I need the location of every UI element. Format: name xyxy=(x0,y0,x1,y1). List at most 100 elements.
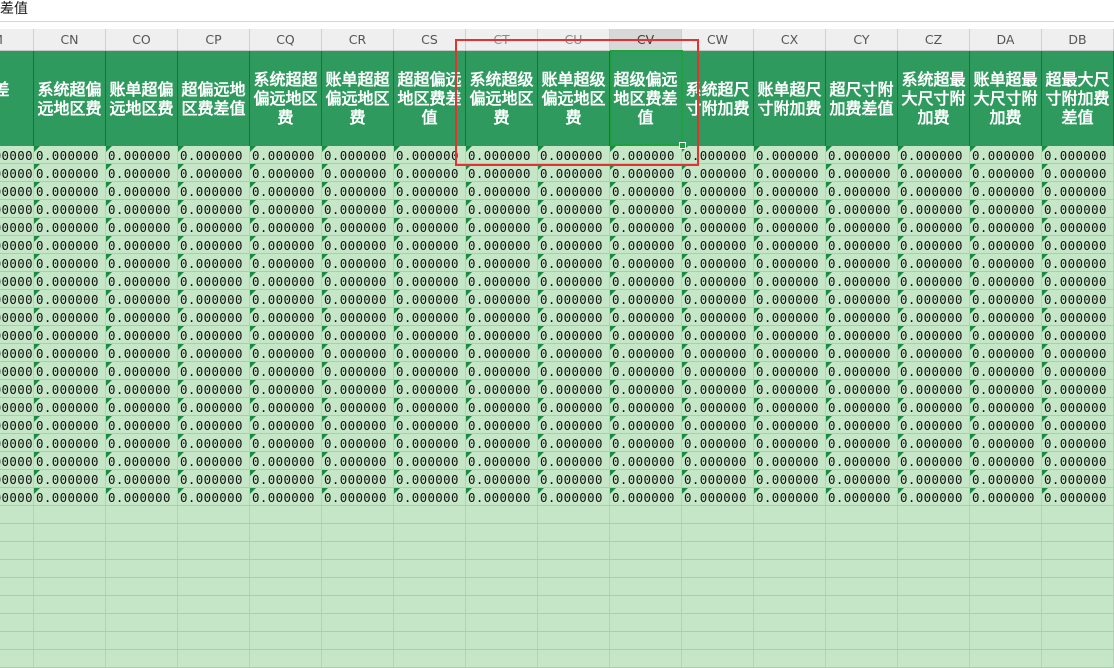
cell-value[interactable]: 0.000000 xyxy=(36,452,105,470)
cell-value[interactable]: 0.000000 xyxy=(180,416,249,434)
cell-value[interactable]: 0.000000 xyxy=(612,308,681,326)
cell-value[interactable]: 0.000000 xyxy=(468,164,537,182)
cell-value[interactable]: 0.000000 xyxy=(684,416,753,434)
cell-value[interactable]: 0.000000 xyxy=(324,470,393,488)
cell-value[interactable]: 0.000000 xyxy=(180,488,249,506)
cell-value[interactable]: 0.000000 xyxy=(684,164,753,182)
cell-value[interactable]: 0.000000 xyxy=(252,200,321,218)
cell-value[interactable]: 0.000000 xyxy=(756,272,825,290)
cell-value[interactable]: 0.000000 xyxy=(612,434,681,452)
cell-value[interactable]: 0.000000 xyxy=(756,470,825,488)
cell-value[interactable]: 0.000000 xyxy=(396,326,465,344)
cell-value[interactable]: 0.000000 xyxy=(324,164,393,182)
cell-value[interactable]: 0.000000 xyxy=(252,164,321,182)
cell-value[interactable]: 0.000000 xyxy=(900,290,969,308)
cell-value[interactable]: 0.000000 xyxy=(612,326,681,344)
cell-value[interactable]: 0.000000 xyxy=(180,398,249,416)
cell-value[interactable]: 0.000000 xyxy=(684,488,753,506)
cell-value[interactable]: 0.000000 xyxy=(108,434,177,452)
cell-value[interactable]: 0.000000 xyxy=(900,398,969,416)
cell-value[interactable]: 0.000000 xyxy=(540,488,609,506)
cell-value[interactable]: 0.000000 xyxy=(756,182,825,200)
header-cell-cq[interactable]: 系统超超偏远地区费 xyxy=(250,51,322,146)
cell-value[interactable]: 0.000000 xyxy=(468,290,537,308)
cell-value[interactable]: 0.000000 xyxy=(756,164,825,182)
cell-value[interactable]: 0.000000 xyxy=(756,200,825,218)
cell-value[interactable]: 0.000000 xyxy=(540,218,609,236)
cell-value[interactable]: 0.000000 xyxy=(756,452,825,470)
cell-value[interactable]: 0.000000 xyxy=(1044,164,1113,182)
cell-value[interactable]: 0.000000 xyxy=(900,218,969,236)
cell-value[interactable]: 0.000000 xyxy=(1044,434,1113,452)
formula-bar[interactable]: 差值 xyxy=(0,0,1114,22)
cell-value[interactable]: 0.000000 xyxy=(396,290,465,308)
cell-value[interactable]: 0.000000 xyxy=(324,416,393,434)
cell-value[interactable]: 0.000000 xyxy=(612,218,681,236)
cell-value[interactable]: 0.000000 xyxy=(900,200,969,218)
cell-value[interactable]: 0.000000 xyxy=(972,200,1041,218)
cell-value[interactable]: 0.000000 xyxy=(324,272,393,290)
cell-value[interactable]: 0.000000 xyxy=(540,398,609,416)
column-letter-cx[interactable]: CX xyxy=(754,29,826,50)
cell-value[interactable]: 0.000000 xyxy=(468,398,537,416)
cell-value[interactable]: 0.000000 xyxy=(900,344,969,362)
cell-value[interactable]: 0.000000 xyxy=(828,470,897,488)
cell-value[interactable]: 0.000000 xyxy=(108,272,177,290)
cell-value[interactable]: 0.000000 xyxy=(828,326,897,344)
cell-value[interactable]: 0.000000 xyxy=(0,164,33,182)
cell-value[interactable]: 0.000000 xyxy=(36,236,105,254)
cell-value[interactable]: 0.000000 xyxy=(0,218,33,236)
header-cell-cy[interactable]: 超尺寸附加费差值 xyxy=(826,51,898,146)
cell-value[interactable]: 0.000000 xyxy=(1044,416,1113,434)
cell-value[interactable]: 0.000000 xyxy=(756,308,825,326)
cell-value[interactable]: 0.000000 xyxy=(396,182,465,200)
cell-value[interactable]: 0.000000 xyxy=(108,416,177,434)
cell-value[interactable]: 0.000000 xyxy=(36,344,105,362)
cell-value[interactable]: 0.000000 xyxy=(396,488,465,506)
cell-value[interactable]: 0.000000 xyxy=(324,200,393,218)
cell-value[interactable]: 0.000000 xyxy=(540,164,609,182)
cell-value[interactable]: 0.000000 xyxy=(180,362,249,380)
cell-value[interactable]: 0.000000 xyxy=(252,452,321,470)
header-cell-m[interactable]: 远地费差值 xyxy=(0,51,34,146)
cell-value[interactable]: 0.000000 xyxy=(900,182,969,200)
cell-value[interactable]: 0.000000 xyxy=(1044,146,1113,164)
cell-value[interactable]: 0.000000 xyxy=(540,308,609,326)
cell-value[interactable]: 0.000000 xyxy=(0,272,33,290)
cell-value[interactable]: 0.000000 xyxy=(468,416,537,434)
column-letter-co[interactable]: CO xyxy=(106,29,178,50)
cell-value[interactable]: 0.000000 xyxy=(900,362,969,380)
cell-value[interactable]: 0.000000 xyxy=(972,164,1041,182)
cell-value[interactable]: 0.000000 xyxy=(540,182,609,200)
cell-value[interactable]: 0.000000 xyxy=(1044,182,1113,200)
cell-value[interactable]: 0.000000 xyxy=(36,362,105,380)
cell-value[interactable]: 0.000000 xyxy=(1044,254,1113,272)
cell-value[interactable]: 0.000000 xyxy=(396,272,465,290)
cell-value[interactable]: 0.000000 xyxy=(540,200,609,218)
cell-value[interactable]: 0.000000 xyxy=(252,488,321,506)
cell-value[interactable]: 0.000000 xyxy=(540,470,609,488)
cell-value[interactable]: 0.000000 xyxy=(756,488,825,506)
cell-value[interactable]: 0.000000 xyxy=(756,344,825,362)
column-letter-db[interactable]: DB xyxy=(1042,29,1114,50)
cell-value[interactable]: 0.000000 xyxy=(252,146,321,164)
cell-value[interactable]: 0.000000 xyxy=(972,272,1041,290)
cell-value[interactable]: 0.000000 xyxy=(108,236,177,254)
cell-value[interactable]: 0.000000 xyxy=(324,218,393,236)
header-cell-da[interactable]: 账单超最大尺寸附加费 xyxy=(970,51,1042,146)
cell-value[interactable]: 0.000000 xyxy=(540,344,609,362)
cell-value[interactable]: 0.000000 xyxy=(324,452,393,470)
cell-value[interactable]: 0.000000 xyxy=(108,146,177,164)
cell-value[interactable]: 0.000000 xyxy=(0,398,33,416)
cell-value[interactable]: 0.000000 xyxy=(396,470,465,488)
header-cell-cp[interactable]: 超偏远地区费差值 xyxy=(178,51,250,146)
cell-value[interactable]: 0.000000 xyxy=(252,236,321,254)
cell-value[interactable]: 0.000000 xyxy=(972,398,1041,416)
cell-value[interactable]: 0.000000 xyxy=(108,326,177,344)
cell-value[interactable]: 0.000000 xyxy=(540,362,609,380)
cell-value[interactable]: 0.000000 xyxy=(612,380,681,398)
cell-value[interactable]: 0.000000 xyxy=(756,380,825,398)
cell-value[interactable]: 0.000000 xyxy=(180,218,249,236)
cell-value[interactable]: 0.000000 xyxy=(108,488,177,506)
cell-value[interactable]: 0.000000 xyxy=(828,182,897,200)
